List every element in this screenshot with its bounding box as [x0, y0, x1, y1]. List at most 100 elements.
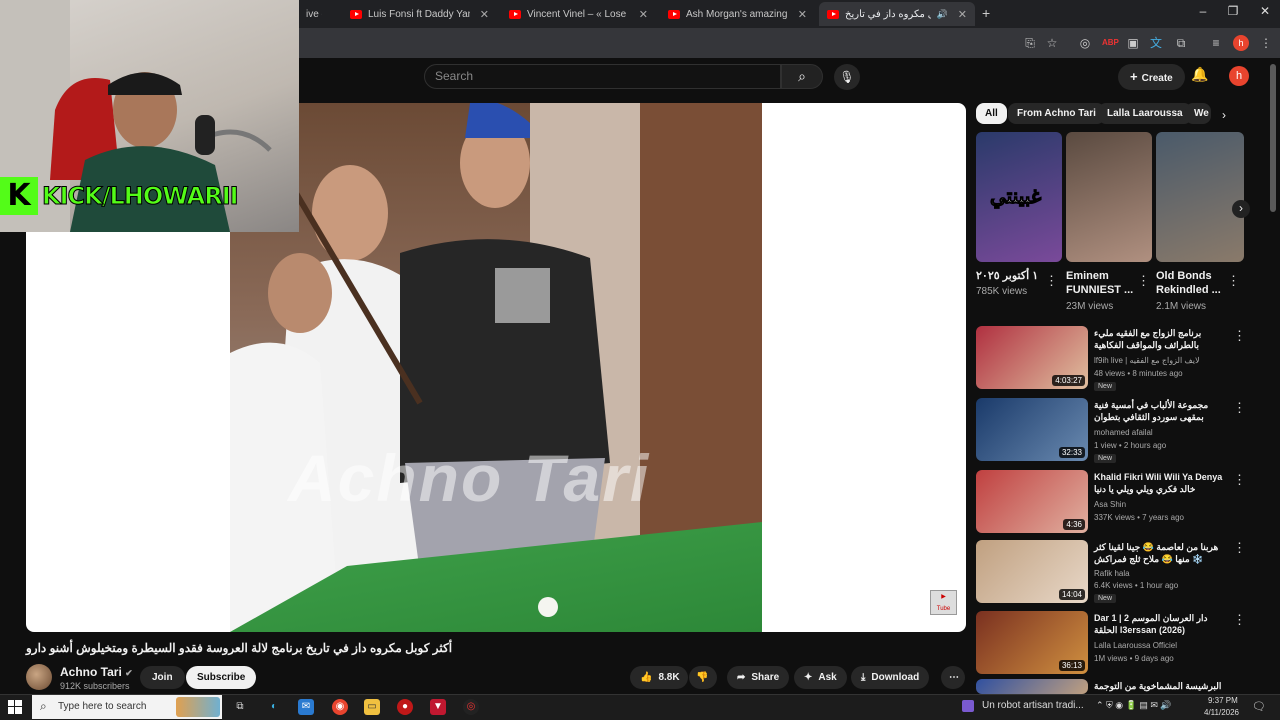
more-vertical-icon[interactable]: ⋮: [1233, 472, 1246, 488]
minimize-icon[interactable]: –: [1188, 4, 1218, 18]
channel-name-text: Achno Tari: [60, 665, 122, 679]
recommended-title[interactable]: مجموعة الألباب في أمسية فنية بمقهى سوردو…: [1094, 399, 1230, 423]
profile-avatar[interactable]: h: [1233, 35, 1249, 51]
bookmark-star-icon[interactable]: ☆: [1044, 35, 1060, 51]
browser-tab[interactable]: Ash Morgan's amazing perform ✕: [660, 2, 815, 26]
recommended-title[interactable]: البرشيسة المشماخوية من التوجمة فالقيك دو…: [1094, 680, 1230, 692]
more-vertical-icon[interactable]: ⋮: [1045, 273, 1058, 289]
edge-icon[interactable]: ◐: [266, 699, 282, 715]
kick-handle: KICK/LHOWARII: [42, 182, 240, 211]
recommended-thumbnail[interactable]: 4:36: [976, 470, 1088, 533]
recommended-title[interactable]: هربنا من لعاصمة 😂 جينا لقينا كثر منها 😂 …: [1094, 541, 1230, 565]
recommended-channel[interactable]: mohamed afailal: [1094, 428, 1153, 437]
cast-icon[interactable]: ⎘: [1022, 35, 1038, 51]
notifications-bell-icon[interactable]: 🔔: [1191, 66, 1208, 83]
subscriber-count: 912K subscribers: [60, 681, 130, 691]
short-title[interactable]: Eminem FUNNIEST ...: [1066, 269, 1136, 297]
short-thumbnail[interactable]: غبينتي: [976, 132, 1062, 262]
like-button[interactable]: 👍 8.8K: [630, 666, 688, 689]
clock-time[interactable]: 9:37 PM: [1208, 696, 1238, 705]
window-close-icon[interactable]: ✕: [1250, 4, 1280, 18]
recommended-thumbnail[interactable]: [976, 679, 1088, 694]
puzzle-icon[interactable]: ⧉: [1173, 35, 1189, 51]
more-vertical-icon[interactable]: ⋮: [1233, 400, 1246, 416]
recommended-channel[interactable]: Asa Shin: [1094, 500, 1126, 509]
recommended-thumbnail[interactable]: 14:04: [976, 540, 1088, 603]
close-icon[interactable]: ✕: [798, 8, 807, 21]
clock-date[interactable]: 4/11/2026: [1204, 708, 1239, 717]
browser-tab[interactable]: ive o: [298, 2, 322, 26]
create-button[interactable]: + Create: [1118, 64, 1185, 90]
scrollbar-thumb[interactable]: [1270, 64, 1276, 212]
join-button[interactable]: Join: [140, 666, 185, 689]
new-badge: New: [1094, 382, 1117, 391]
recommended-title[interactable]: Khalid Fikri Wili Wili Ya Denya خالد فكر…: [1094, 471, 1230, 495]
notifications-icon[interactable]: 🗨: [1252, 700, 1266, 713]
app-icon[interactable]: ●: [397, 699, 413, 715]
new-tab-button[interactable]: +: [982, 5, 990, 21]
browser-tab[interactable]: Luis Fonsi ft Daddy Yankee – D ✕: [342, 2, 497, 26]
file-explorer-icon[interactable]: ▭: [364, 699, 380, 715]
more-vertical-icon[interactable]: ⋮: [1233, 540, 1246, 556]
recommended-thumbnail[interactable]: 4:03:27: [976, 326, 1088, 389]
subscribe-button[interactable]: Subscribe: [186, 666, 257, 689]
recommended-thumbnail[interactable]: 32:33: [976, 398, 1088, 461]
more-vertical-icon[interactable]: ⋮: [1233, 328, 1246, 344]
voice-search-button[interactable]: 🎙: [834, 64, 860, 90]
close-icon[interactable]: ✕: [958, 8, 967, 21]
download-button[interactable]: ⤓ Download: [851, 666, 930, 689]
recommended-title[interactable]: برنامج الزواج مع الفقيه مليء بالطرائف وا…: [1094, 327, 1230, 351]
ask-button[interactable]: ✦ Ask: [794, 666, 847, 689]
task-view-icon[interactable]: ⧉: [232, 699, 248, 715]
channel-watermark-logo[interactable]: ▶ Tube: [930, 590, 957, 615]
channel-name[interactable]: Achno Tari ✔: [60, 665, 133, 679]
app-icon[interactable]: ◎: [463, 699, 479, 715]
search-input[interactable]: Search: [424, 64, 781, 89]
recommended-channel[interactable]: Lalla Laaroussa Officiel: [1094, 641, 1177, 650]
chip-all[interactable]: All: [976, 103, 1007, 124]
more-actions-button[interactable]: ⋯: [941, 666, 965, 689]
short-title[interactable]: Old Bonds Rekindled ...: [1156, 269, 1226, 297]
extension-icon[interactable]: ◎: [1077, 35, 1093, 51]
dislike-button[interactable]: 👎: [689, 666, 717, 689]
chrome-icon[interactable]: ◉: [332, 699, 348, 715]
short-thumbnail[interactable]: [1156, 132, 1244, 262]
search-button[interactable]: ⌕: [781, 64, 823, 89]
kick-channel-banner: K KICK/LHOWARII: [0, 176, 299, 216]
recommended-channel[interactable]: Rafik hala: [1094, 569, 1130, 578]
chip-from-channel[interactable]: From Achno Tari: [1008, 103, 1105, 124]
speaker-icon[interactable]: 🔊: [937, 9, 948, 20]
recommended-thumbnail[interactable]: 36:13: [976, 611, 1088, 674]
app-icon[interactable]: ▼: [430, 699, 446, 715]
browser-tab-active[interactable]: أكثر كوبل مكروه داز في تاريخ 🔊 ✕: [819, 2, 975, 26]
chevron-right-icon[interactable]: ›: [1222, 108, 1226, 122]
recommended-channel[interactable]: lf9ih live | لايف الزواج مع الفقيه: [1094, 356, 1200, 365]
translate-icon[interactable]: 文: [1148, 35, 1164, 51]
more-vertical-icon[interactable]: ⋮: [1227, 273, 1240, 289]
short-overlay-text: غبينتي: [989, 186, 1042, 209]
account-avatar[interactable]: h: [1229, 66, 1249, 86]
news-widget-text[interactable]: Un robot artisan tradi...: [982, 700, 1084, 711]
close-icon[interactable]: ✕: [480, 8, 489, 21]
shorts-next-arrow-icon[interactable]: ›: [1232, 200, 1250, 218]
recommended-title[interactable]: Dar 1 دار العرسان الموسم 2 | الحلقة l3er…: [1094, 612, 1230, 636]
maximize-icon[interactable]: ❐: [1218, 4, 1248, 18]
share-button[interactable]: ➦ Share: [727, 666, 790, 689]
tab-search-icon[interactable]: ≡: [1208, 35, 1224, 51]
close-icon[interactable]: ✕: [639, 8, 648, 21]
recommended-meta: 1 view • 2 hours ago: [1094, 441, 1167, 450]
chip-we[interactable]: We: [1185, 103, 1211, 124]
adblock-icon[interactable]: ABP: [1102, 35, 1119, 51]
channel-avatar[interactable]: [26, 664, 52, 690]
short-thumbnail[interactable]: [1066, 132, 1152, 262]
system-tray-icons[interactable]: ⌃ ⛨ ◉ 🔋 ▤ ✉ 🔊: [1096, 700, 1172, 711]
chip-lalla-laaroussa[interactable]: Lalla Laaroussa: [1098, 103, 1192, 124]
extension-icon[interactable]: ▣: [1125, 35, 1141, 51]
mail-icon[interactable]: ✉: [298, 699, 314, 715]
more-vertical-icon[interactable]: ⋮: [1233, 612, 1246, 628]
more-vertical-icon[interactable]: ⋮: [1137, 273, 1150, 289]
browser-menu-icon[interactable]: ⋮: [1258, 35, 1274, 51]
windows-start-icon[interactable]: [8, 700, 22, 714]
browser-tab[interactable]: Vincent Vinel – « Lose Yourself » ✕: [501, 2, 656, 26]
short-title[interactable]: ١ أكتوبر ٢٠٢٥: [976, 269, 1056, 283]
